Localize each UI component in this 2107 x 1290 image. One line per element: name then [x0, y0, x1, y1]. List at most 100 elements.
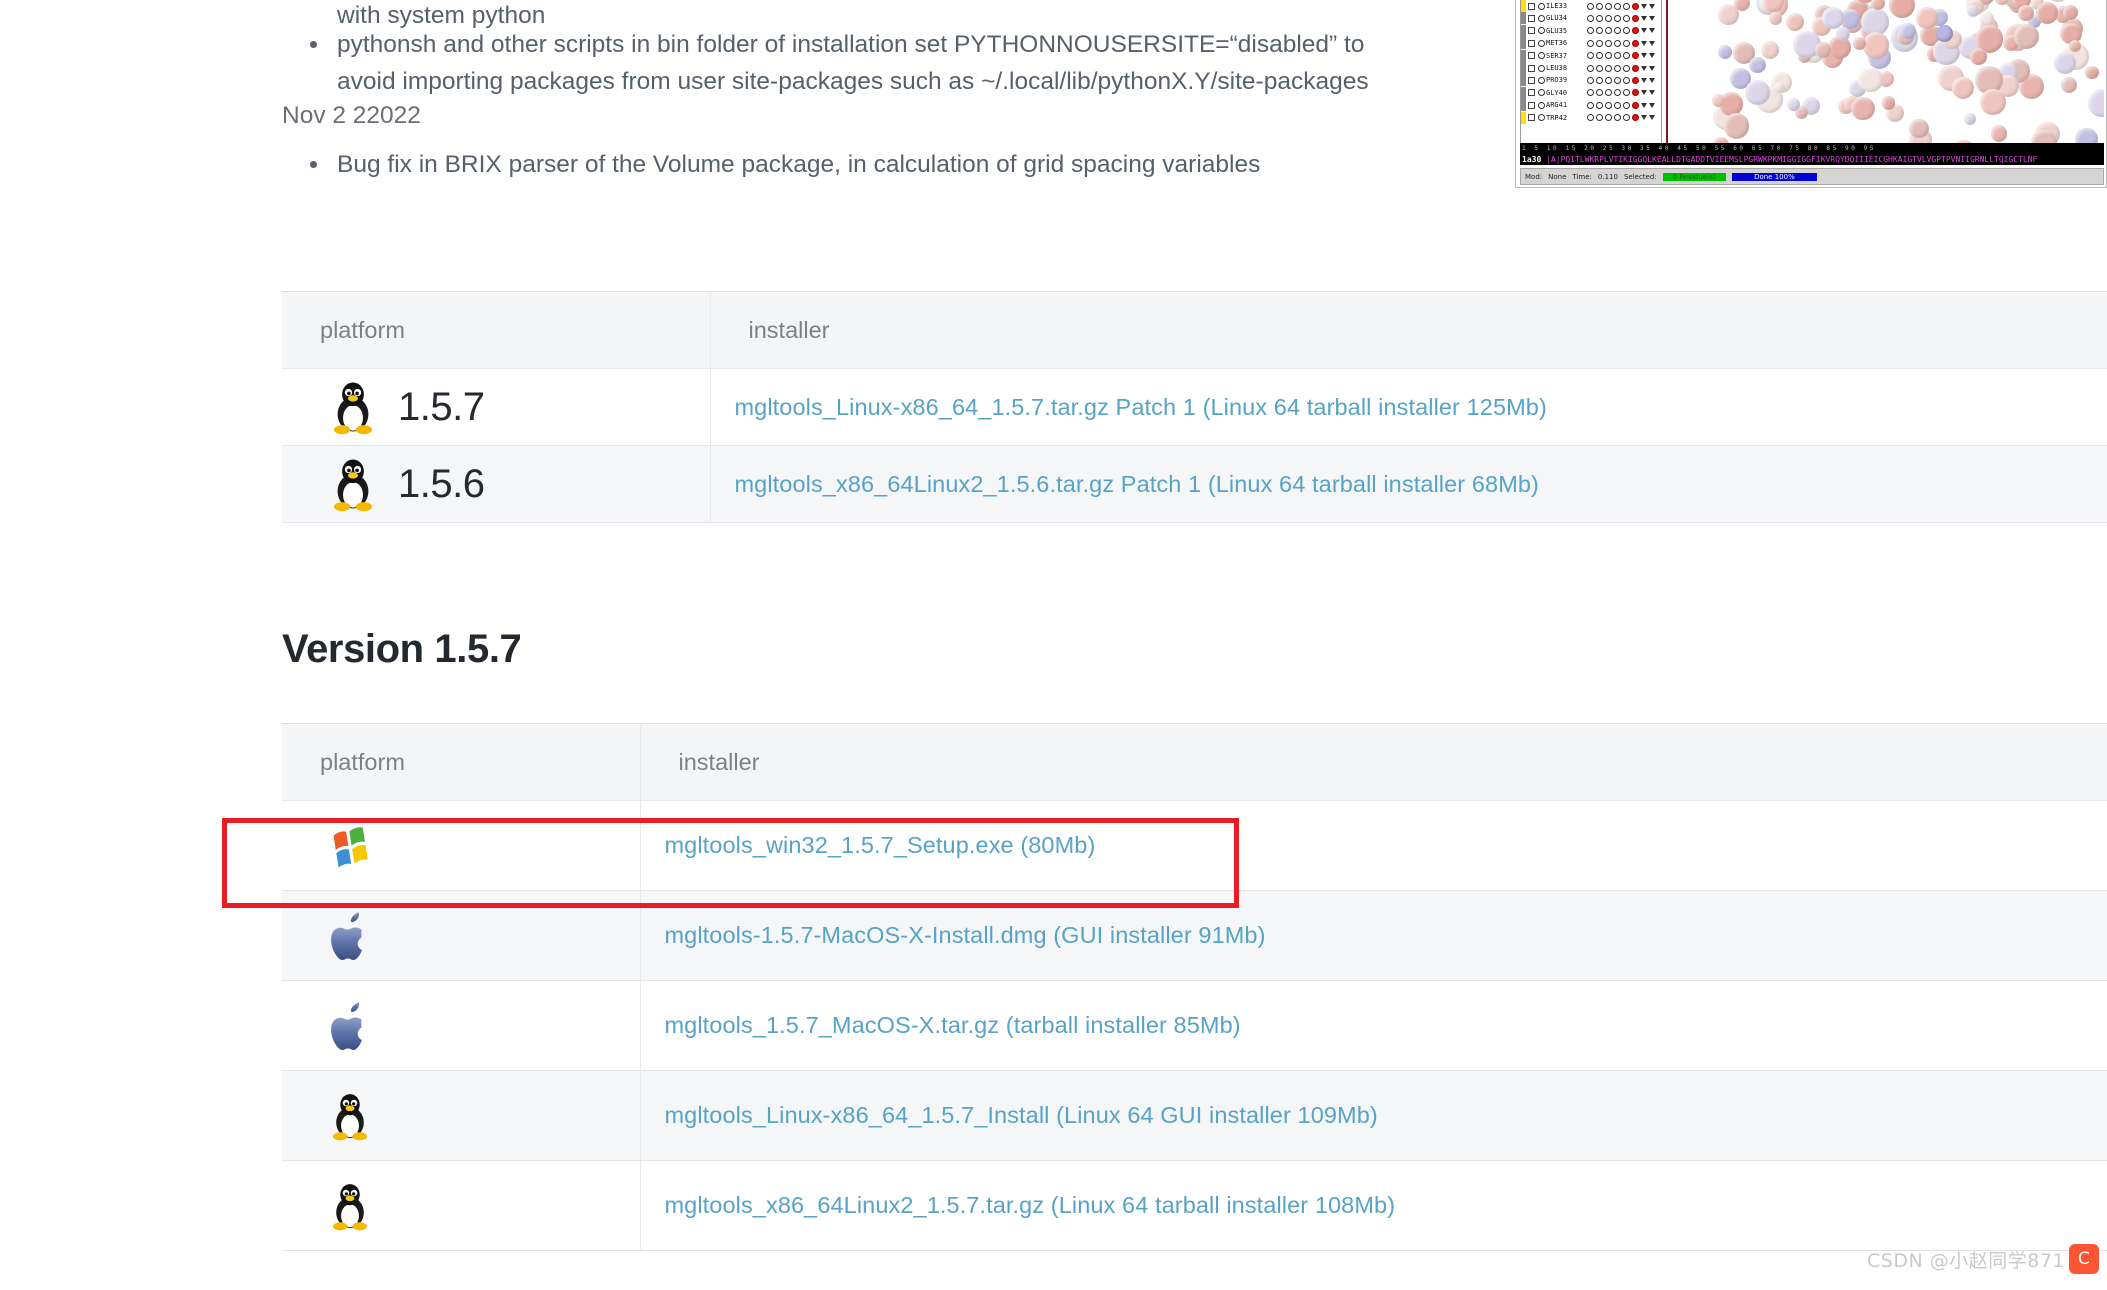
- display-toggle-icon[interactable]: [1596, 27, 1603, 34]
- residue-check-icon[interactable]: [1538, 52, 1545, 59]
- menu-arrow-icon[interactable]: [1641, 66, 1647, 71]
- display-toggle-icon[interactable]: [1623, 3, 1630, 10]
- residue-check-icon[interactable]: [1538, 40, 1545, 47]
- residue-check-icon[interactable]: [1538, 65, 1545, 72]
- installer-download-link[interactable]: mgltools_x86_64Linux2_1.5.7.tar.gz (Linu…: [665, 1192, 1396, 1218]
- installer-download-link[interactable]: mgltools_win32_1.5.7_Setup.exe (80Mb): [665, 832, 1096, 858]
- expand-toggle-icon[interactable]: [1528, 52, 1535, 59]
- residue-tree-row[interactable]: PRO39: [1521, 74, 1661, 86]
- display-toggle-icon[interactable]: [1623, 15, 1630, 22]
- display-toggle-icon[interactable]: [1623, 27, 1630, 34]
- display-toggle-icon[interactable]: [1596, 102, 1603, 109]
- menu-arrow-icon[interactable]: [1641, 53, 1647, 58]
- display-toggle-icon-active[interactable]: [1632, 114, 1639, 121]
- display-toggle-icon[interactable]: [1614, 77, 1621, 84]
- expand-toggle-icon[interactable]: [1528, 89, 1535, 96]
- installer-download-link[interactable]: mgltools_Linux-x86_64_1.5.7.tar.gz Patch…: [735, 394, 1547, 420]
- menu-arrow-icon[interactable]: [1649, 66, 1655, 71]
- display-toggle-icon[interactable]: [1587, 40, 1594, 47]
- display-toggle-icon[interactable]: [1587, 114, 1594, 121]
- menu-arrow-icon[interactable]: [1649, 115, 1655, 120]
- display-toggle-icon[interactable]: [1596, 114, 1603, 121]
- menu-arrow-icon[interactable]: [1649, 90, 1655, 95]
- display-toggle-icon-active[interactable]: [1632, 52, 1639, 59]
- display-toggle-icon-active[interactable]: [1632, 15, 1639, 22]
- display-toggle-icon-active[interactable]: [1632, 27, 1639, 34]
- residue-tree-row[interactable]: SER37: [1521, 49, 1661, 61]
- display-toggle-icon[interactable]: [1605, 27, 1612, 34]
- residue-tree-row[interactable]: GLY40: [1521, 87, 1661, 99]
- display-toggle-icon[interactable]: [1614, 114, 1621, 121]
- display-toggle-icon[interactable]: [1605, 40, 1612, 47]
- display-toggle-icon[interactable]: [1596, 40, 1603, 47]
- residue-tree-panel[interactable]: GLU23LEU24ASP25THR26GLY27ALA28ASP29ASP30…: [1520, 0, 1662, 149]
- display-toggle-icon-active[interactable]: [1632, 89, 1639, 96]
- display-toggle-icon[interactable]: [1605, 77, 1612, 84]
- display-toggle-icon-active[interactable]: [1632, 3, 1639, 10]
- menu-arrow-icon[interactable]: [1649, 16, 1655, 21]
- residue-check-icon[interactable]: [1538, 3, 1545, 10]
- expand-toggle-icon[interactable]: [1528, 40, 1535, 47]
- expand-toggle-icon[interactable]: [1528, 77, 1535, 84]
- display-toggle-icon[interactable]: [1605, 89, 1612, 96]
- display-toggle-icon[interactable]: [1623, 114, 1630, 121]
- display-toggle-icon[interactable]: [1614, 102, 1621, 109]
- display-toggle-icon[interactable]: [1587, 77, 1594, 84]
- expand-toggle-icon[interactable]: [1528, 65, 1535, 72]
- residue-check-icon[interactable]: [1538, 89, 1545, 96]
- menu-arrow-icon[interactable]: [1641, 78, 1647, 83]
- menu-arrow-icon[interactable]: [1641, 103, 1647, 108]
- menu-arrow-icon[interactable]: [1641, 90, 1647, 95]
- menu-arrow-icon[interactable]: [1641, 41, 1647, 46]
- residue-check-icon[interactable]: [1538, 114, 1545, 121]
- display-toggle-icon-active[interactable]: [1632, 102, 1639, 109]
- display-toggle-icon[interactable]: [1614, 89, 1621, 96]
- residue-tree-row[interactable]: GLU34: [1521, 12, 1661, 24]
- display-toggle-icon[interactable]: [1614, 40, 1621, 47]
- display-toggle-icon[interactable]: [1614, 65, 1621, 72]
- menu-arrow-icon[interactable]: [1649, 4, 1655, 9]
- menu-arrow-icon[interactable]: [1641, 4, 1647, 9]
- residue-tree-row[interactable]: ARG41: [1521, 99, 1661, 111]
- display-toggle-icon[interactable]: [1596, 15, 1603, 22]
- display-toggle-icon[interactable]: [1587, 89, 1594, 96]
- installer-download-link[interactable]: mgltools_Linux-x86_64_1.5.7_Install (Lin…: [665, 1102, 1378, 1128]
- display-toggle-icon[interactable]: [1605, 3, 1612, 10]
- display-toggle-icon[interactable]: [1587, 65, 1594, 72]
- expand-toggle-icon[interactable]: [1528, 102, 1535, 109]
- display-toggle-icon[interactable]: [1614, 27, 1621, 34]
- menu-arrow-icon[interactable]: [1649, 28, 1655, 33]
- display-toggle-icon[interactable]: [1587, 102, 1594, 109]
- menu-arrow-icon[interactable]: [1641, 16, 1647, 21]
- menu-arrow-icon[interactable]: [1649, 53, 1655, 58]
- display-toggle-icon[interactable]: [1623, 77, 1630, 84]
- display-toggle-icon[interactable]: [1605, 15, 1612, 22]
- menu-arrow-icon[interactable]: [1649, 103, 1655, 108]
- display-toggle-icon[interactable]: [1623, 89, 1630, 96]
- display-toggle-icon[interactable]: [1623, 102, 1630, 109]
- display-toggle-icon[interactable]: [1596, 3, 1603, 10]
- residue-check-icon[interactable]: [1538, 102, 1545, 109]
- residue-check-icon[interactable]: [1538, 15, 1545, 22]
- display-toggle-icon[interactable]: [1587, 27, 1594, 34]
- display-toggle-icon[interactable]: [1596, 52, 1603, 59]
- residue-tree-row[interactable]: LEU38: [1521, 62, 1661, 74]
- display-toggle-icon-active[interactable]: [1632, 77, 1639, 84]
- expand-toggle-icon[interactable]: [1528, 114, 1535, 121]
- display-toggle-icon[interactable]: [1596, 77, 1603, 84]
- display-toggle-icon[interactable]: [1623, 65, 1630, 72]
- display-toggle-icon[interactable]: [1605, 65, 1612, 72]
- residue-check-icon[interactable]: [1538, 27, 1545, 34]
- installer-download-link[interactable]: mgltools-1.5.7-MacOS-X-Install.dmg (GUI …: [665, 922, 1266, 948]
- display-toggle-icon[interactable]: [1614, 3, 1621, 10]
- display-toggle-icon[interactable]: [1623, 52, 1630, 59]
- display-toggle-icon[interactable]: [1596, 65, 1603, 72]
- display-toggle-icon[interactable]: [1605, 114, 1612, 121]
- display-toggle-icon-active[interactable]: [1632, 65, 1639, 72]
- display-toggle-icon[interactable]: [1614, 15, 1621, 22]
- display-toggle-icon[interactable]: [1623, 40, 1630, 47]
- display-toggle-icon[interactable]: [1587, 3, 1594, 10]
- display-toggle-icon[interactable]: [1605, 102, 1612, 109]
- residue-tree-row[interactable]: GLU35: [1521, 25, 1661, 37]
- display-toggle-icon[interactable]: [1614, 52, 1621, 59]
